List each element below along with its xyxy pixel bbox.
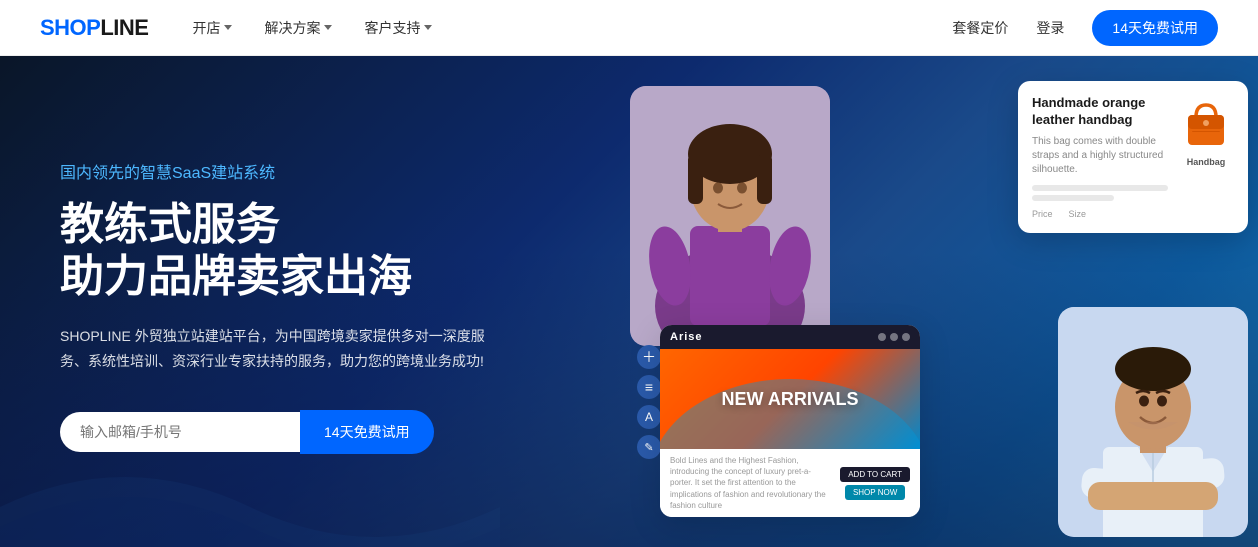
logo-line: LINE (100, 15, 148, 40)
product-title: Handmade orange leather handbag (1032, 95, 1168, 129)
dot-1 (878, 333, 886, 341)
new-arrivals-text: NEW ARRIVALS (722, 389, 859, 410)
nav-solutions[interactable]: 解决方案 (252, 12, 344, 44)
hero-title: 教练式服务 助力品牌卖家出海 (60, 199, 520, 305)
hero-left: 国内领先的智慧SaaS建站系统 教练式服务 助力品牌卖家出海 SHOPLINE … (0, 56, 580, 547)
nav-links: 开店 解决方案 客户支持 (180, 12, 444, 44)
shop-card: Arise NEW ARRIVALS Bold Lines and the Hi… (660, 325, 920, 517)
chevron-down-icon (324, 25, 332, 30)
man-card (1058, 307, 1248, 537)
navbar: SHOPLINE 开店 解决方案 客户支持 套餐定价 登录 14天免费试用 (0, 0, 1258, 56)
product-line-short (1032, 195, 1114, 201)
product-price-row: Price Size (1032, 209, 1168, 219)
man-illustration (1058, 307, 1248, 537)
hero-input-row: 14天免费试用 (60, 410, 520, 454)
hero-tag: 国内领先的智慧SaaS建站系统 (60, 159, 520, 183)
sidebar-icons: ＋ ≡ A ✎ (637, 345, 661, 459)
shop-card-header: Arise (660, 325, 920, 349)
shop-body-text: Bold Lines and the Highest Fashion, intr… (670, 455, 832, 511)
shop-card-dots (878, 333, 910, 341)
trial-button[interactable]: 14天免费试用 (1092, 10, 1218, 46)
product-img-area: Handbag (1178, 95, 1234, 167)
hero-right: Handmade orange leather handbag This bag… (580, 56, 1258, 547)
pricing-link[interactable]: 套餐定价 (952, 18, 1008, 38)
handbag-label: Handbag (1187, 157, 1226, 167)
logo: SHOPLINE (40, 15, 148, 41)
nav-support[interactable]: 客户支持 (352, 12, 444, 44)
hero-section: 国内领先的智慧SaaS建站系统 教练式服务 助力品牌卖家出海 SHOPLINE … (0, 56, 1258, 547)
shop-brand: Arise (670, 331, 703, 343)
woman-card (630, 86, 830, 346)
product-card: Handmade orange leather handbag This bag… (1018, 81, 1248, 233)
add-to-cart-button[interactable]: ADD TO CART (840, 467, 910, 482)
sidebar-icon-edit[interactable]: ✎ (637, 435, 661, 459)
nav-right: 套餐定价 登录 14天免费试用 (952, 10, 1218, 46)
handbag-svg (1178, 95, 1234, 151)
email-input[interactable] (60, 412, 300, 452)
product-text: Handmade orange leather handbag This bag… (1032, 95, 1168, 219)
sidebar-icon-menu[interactable]: ≡ (637, 375, 661, 399)
shop-now-button[interactable]: SHOP NOW (845, 485, 905, 500)
chevron-down-icon (424, 25, 432, 30)
product-lines (1032, 185, 1168, 201)
hero-desc: SHOPLINE 外贸独立站建站平台，为中国跨境卖家提供多对一深度服务、系统性培… (60, 324, 500, 374)
price-label: Price (1032, 209, 1053, 219)
product-card-inner: Handmade orange leather handbag This bag… (1032, 95, 1234, 219)
login-button[interactable]: 登录 (1024, 12, 1076, 44)
product-desc: This bag comes with double straps and a … (1032, 135, 1168, 177)
nav-open[interactable]: 开店 (180, 12, 244, 44)
woman-illustration (630, 86, 830, 346)
shop-card-footer: Bold Lines and the Highest Fashion, intr… (660, 449, 920, 517)
sidebar-icon-add[interactable]: ＋ (637, 345, 661, 369)
dot-2 (890, 333, 898, 341)
chevron-down-icon (224, 25, 232, 30)
product-line (1032, 185, 1168, 191)
dot-3 (902, 333, 910, 341)
size-label: Size (1069, 209, 1087, 219)
sidebar-icon-text[interactable]: A (637, 405, 661, 429)
hero-trial-button[interactable]: 14天免费试用 (300, 410, 434, 454)
logo-shop: SHOP (40, 15, 100, 40)
shop-card-body: NEW ARRIVALS (660, 349, 920, 449)
